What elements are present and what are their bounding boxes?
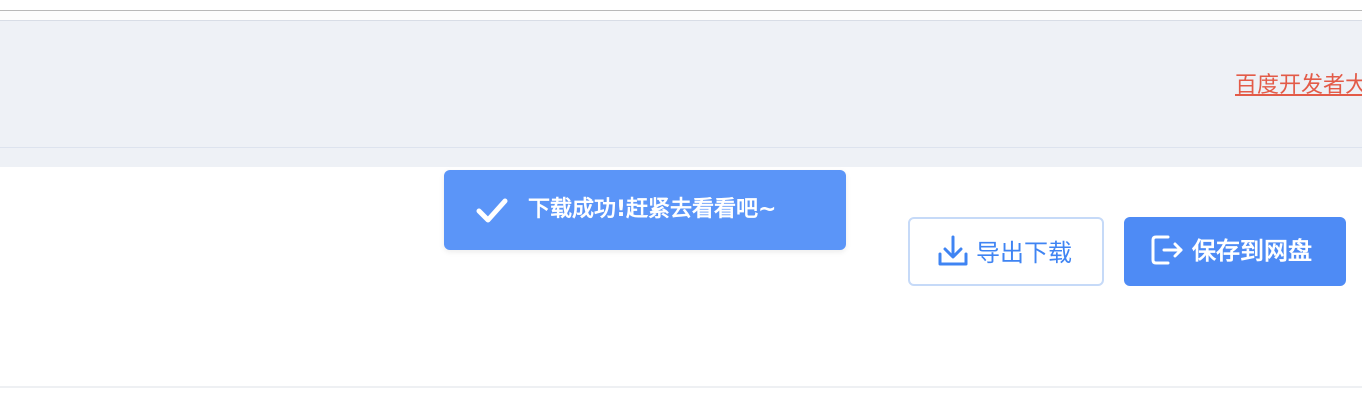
header-band (0, 20, 1362, 167)
header-divider (0, 147, 1362, 148)
save-to-cloud-label: 保存到网盘 (1192, 237, 1312, 265)
top-strip (0, 0, 1362, 10)
check-icon (476, 198, 508, 223)
export-download-label: 导出下载 (976, 239, 1072, 267)
toast-message: 下载成功!赶紧去看看吧~ (528, 197, 777, 222)
download-icon (938, 235, 968, 266)
export-download-button[interactable]: 导出下载 (908, 217, 1104, 286)
page: 百度开发者大 下载成功!赶紧去看看吧~ 导出下载 保存到网盘 (0, 0, 1362, 416)
bottom-divider (0, 386, 1362, 388)
save-to-cloud-button[interactable]: 保存到网盘 (1124, 217, 1346, 286)
success-toast: 下载成功!赶紧去看看吧~ (444, 170, 846, 250)
gap-strip (0, 11, 1362, 20)
header-link[interactable]: 百度开发者大 (1235, 70, 1362, 102)
export-to-cloud-icon (1151, 235, 1183, 265)
